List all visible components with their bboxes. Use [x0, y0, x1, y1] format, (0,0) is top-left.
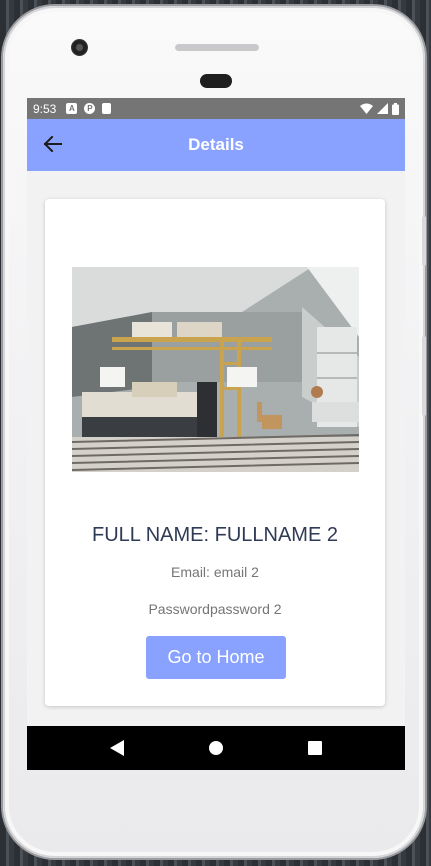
a-icon: A — [66, 103, 78, 114]
full-name-text: FULL NAME: FULLNAME 2 — [92, 524, 338, 546]
recents-square-icon — [308, 741, 323, 755]
arrow-left-icon — [44, 136, 62, 152]
home-circle-icon — [208, 741, 223, 755]
detail-card: FULL NAME: FULLNAME 2 Email: email 2 Pas… — [45, 199, 385, 706]
system-nav-bar — [27, 726, 405, 770]
app-bar: Details — [27, 119, 405, 171]
earpiece — [200, 74, 232, 88]
bedroom-illustration — [72, 267, 359, 472]
status-time: 9:53 — [33, 101, 57, 116]
phone-frame: 9:53 A P Details FULL NAME: FULLNAME 2 E… — [3, 6, 426, 858]
page-title: Details — [188, 135, 244, 154]
email-text: Email: email 2 — [171, 564, 259, 580]
power-button — [422, 336, 426, 416]
go-to-home-button[interactable]: Go to Home — [146, 636, 286, 679]
nav-home-button[interactable] — [201, 733, 231, 763]
screen: 9:53 A P Details FULL NAME: FULLNAME 2 E… — [27, 98, 405, 770]
nav-back-button[interactable] — [102, 733, 132, 763]
status-bar: 9:53 A P — [27, 98, 405, 119]
battery-icon — [392, 102, 399, 115]
volume-button — [422, 216, 426, 266]
back-button[interactable] — [41, 132, 65, 156]
password-text: Passwordpassword 2 — [148, 601, 282, 617]
signal-icon — [377, 103, 388, 114]
badge-icon: P — [84, 103, 96, 114]
nav-recents-button[interactable] — [300, 733, 330, 763]
front-camera — [71, 39, 88, 56]
bedroom-photo — [72, 267, 359, 472]
back-triangle-icon — [109, 740, 124, 756]
top-speaker-grille — [175, 44, 259, 51]
sd-card-icon — [102, 103, 112, 114]
status-right-icons — [360, 102, 399, 115]
wifi-icon — [360, 103, 373, 114]
